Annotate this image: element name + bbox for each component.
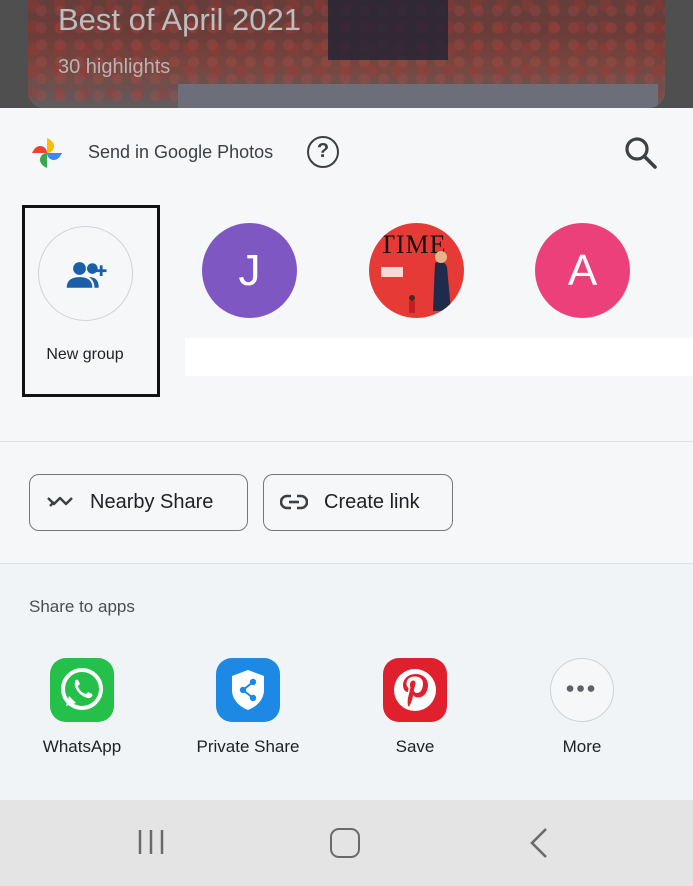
app-label: Save [395,737,435,756]
google-photos-icon [32,138,62,168]
navigation-bar [0,800,693,886]
new-group-circle [38,226,133,321]
contact-avatar-a[interactable]: A [535,223,630,318]
question-circle-icon[interactable]: ? [307,136,339,168]
divider [0,563,693,564]
magazine-cover-image [381,251,451,313]
contact-names-redacted [185,338,693,376]
pinterest-icon [383,658,447,722]
add-group-icon [66,262,107,288]
search-icon[interactable] [624,136,658,170]
nearby-share-label: Nearby Share [90,491,214,513]
avatar-initial: A [567,246,598,295]
avatar-initial: J [238,246,261,295]
app-private-share[interactable]: Private Share [173,658,323,768]
divider [0,441,693,442]
home-icon[interactable] [330,828,360,858]
share-to-apps-label: Share to apps [29,597,135,616]
app-more[interactable]: More [507,658,657,768]
private-share-icon [216,658,280,722]
new-group-label: New group [46,346,124,363]
create-link-button[interactable]: Create link [263,474,453,531]
contact-avatar-j[interactable]: J [202,223,297,318]
more-horiz-icon [550,658,614,722]
contact-avatar-time[interactable]: TIME [369,223,464,318]
new-group-button[interactable]: New group [22,205,160,397]
sheet-header: Send in Google Photos ? [0,108,693,198]
link-icon [280,494,308,510]
app-label: More [562,737,602,756]
contacts-row: New group J TIME A [0,203,693,403]
create-link-label: Create link [324,491,420,513]
recents-icon[interactable] [137,828,165,856]
nearby-share-icon [47,496,73,507]
back-icon[interactable] [528,826,550,860]
app-label: Private Share [196,737,300,756]
send-in-label: Send in Google Photos [88,142,274,162]
scrim [0,0,693,108]
whatsapp-icon [50,658,114,722]
app-pinterest-save[interactable]: Save [340,658,490,768]
share-sheet: Send in Google Photos ? New group J TIME… [0,108,693,800]
app-whatsapp[interactable]: WhatsApp [7,658,157,768]
app-label: WhatsApp [42,737,122,756]
nearby-share-button[interactable]: Nearby Share [29,474,248,531]
